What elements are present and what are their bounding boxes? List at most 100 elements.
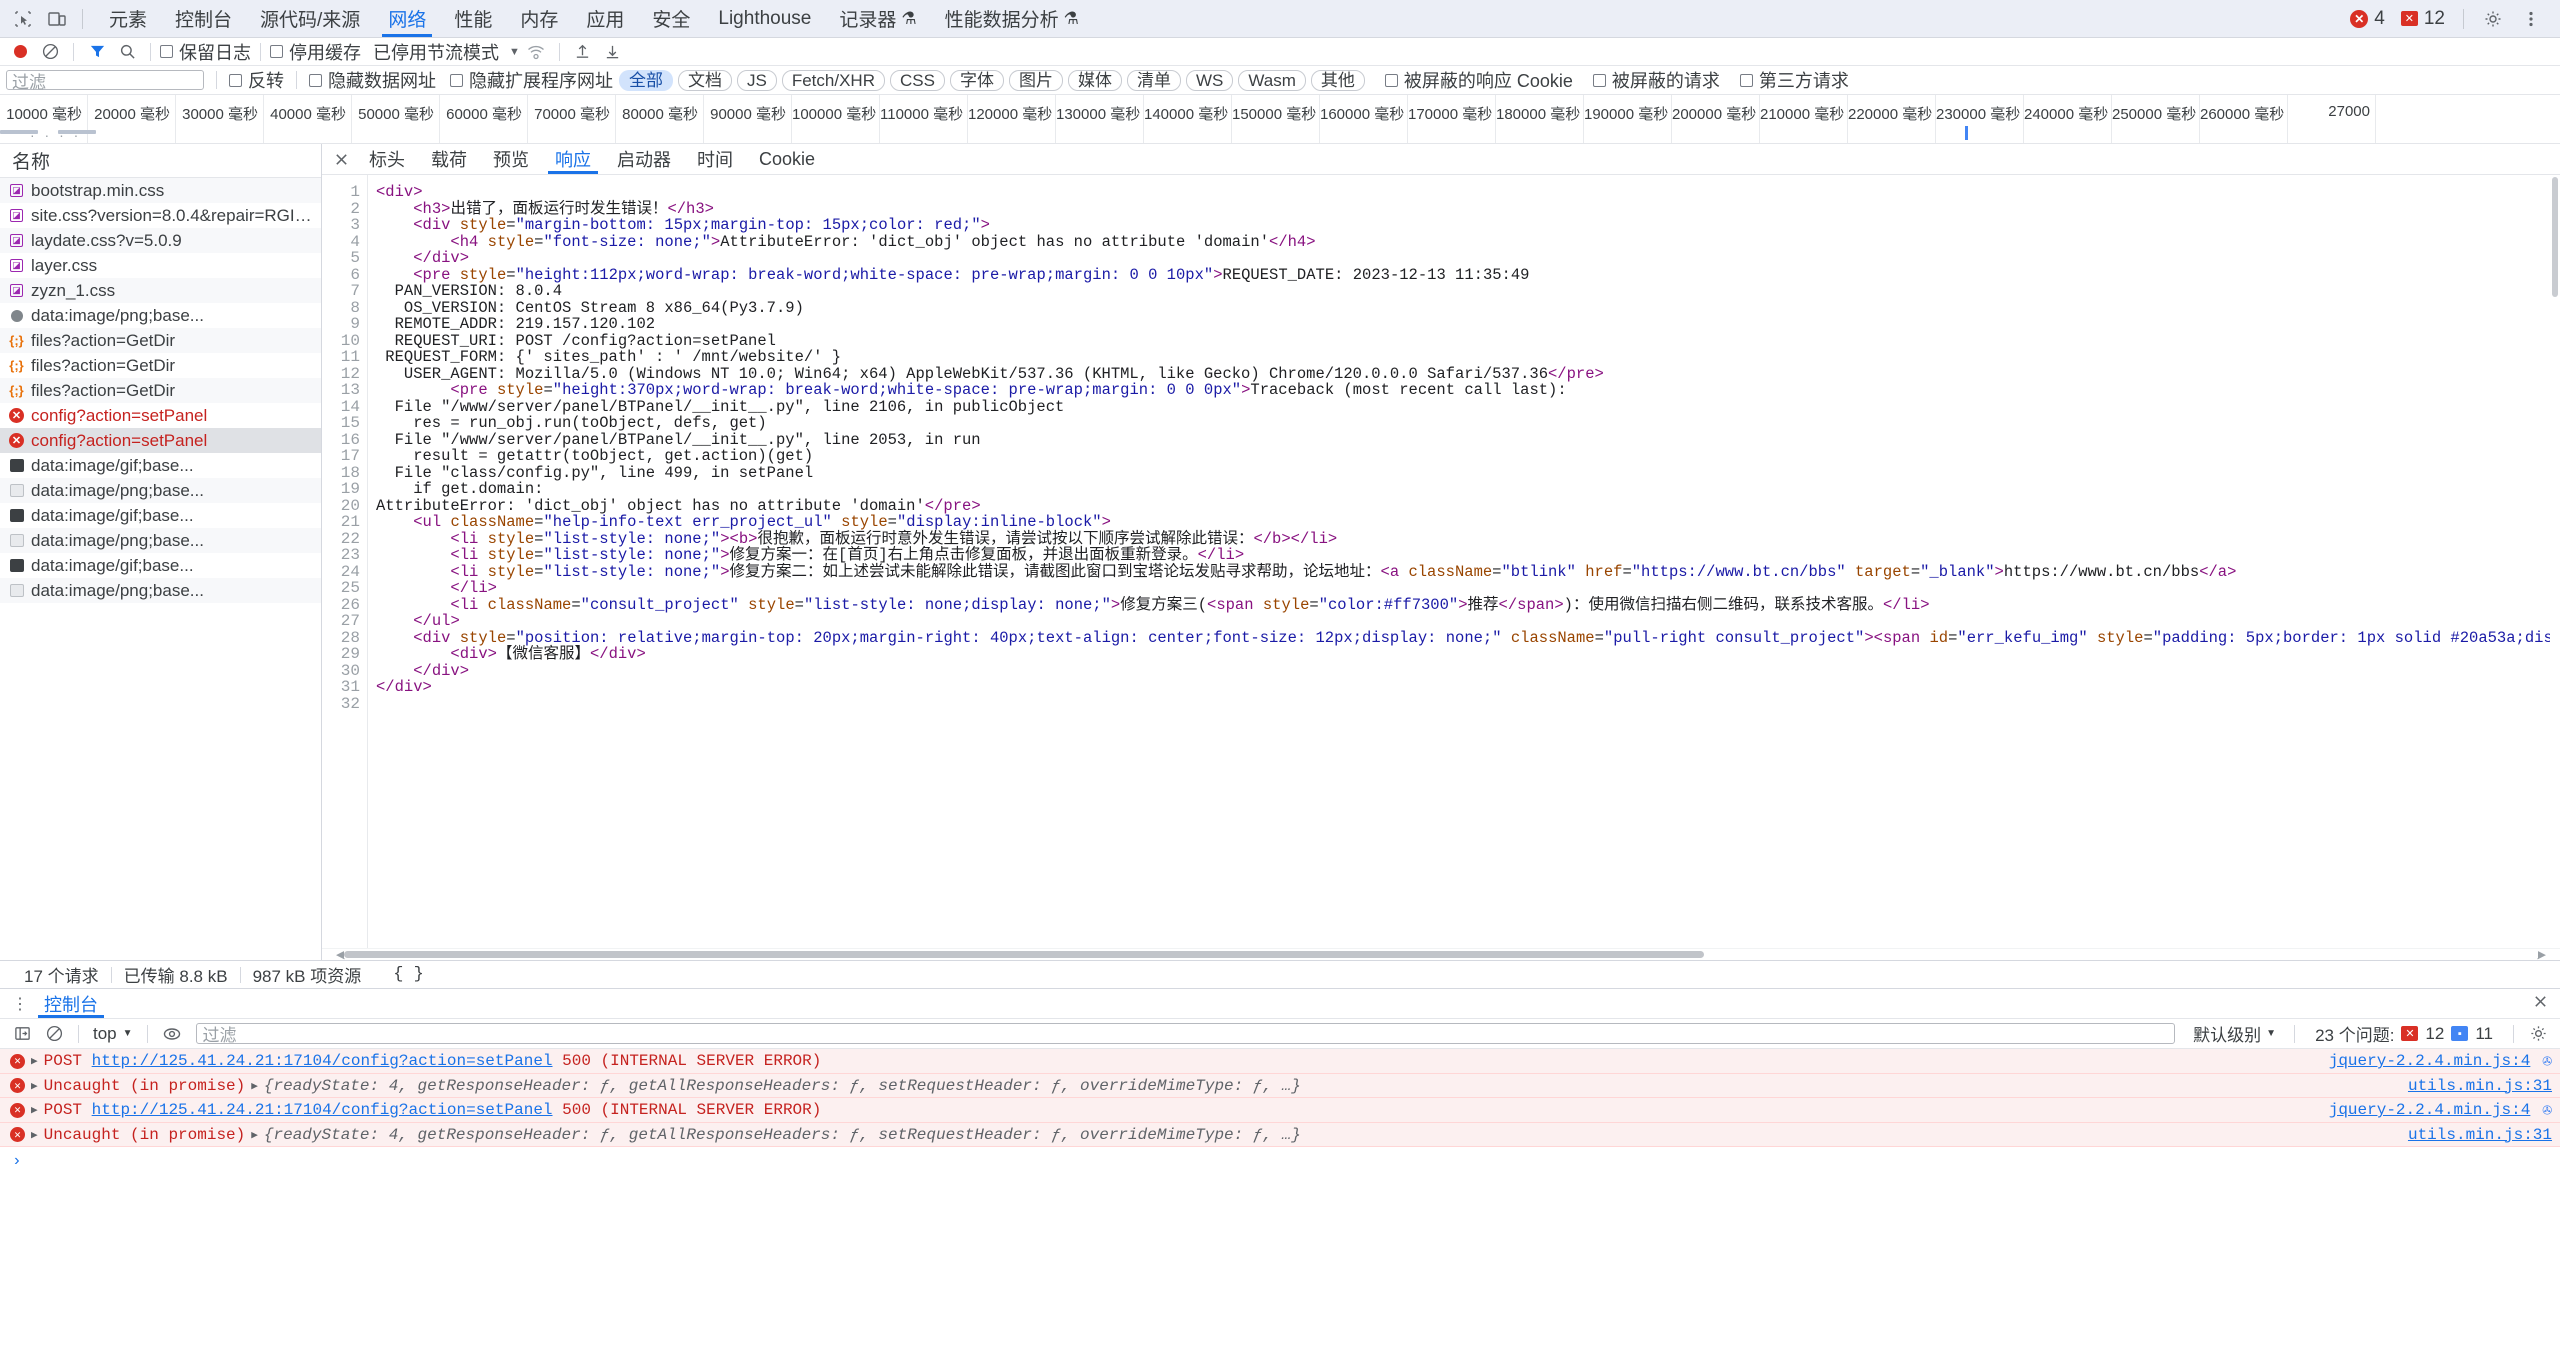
clear-console-icon[interactable] bbox=[40, 1022, 68, 1046]
preserve-log-checkbox[interactable]: 保留日志 bbox=[160, 39, 251, 65]
console-message-url[interactable]: http://125.41.24.21:17104/config?action=… bbox=[92, 1052, 553, 1070]
inspect-icon[interactable] bbox=[6, 4, 40, 34]
live-expression-icon[interactable] bbox=[158, 1022, 186, 1046]
export-har-icon[interactable] bbox=[599, 40, 627, 64]
pretty-print-icon[interactable]: { } bbox=[373, 965, 424, 984]
request-row[interactable]: data:image/png;base... bbox=[0, 303, 321, 328]
request-row[interactable]: ◪ site.css?version=8.0.4&repair=RGIUvSKsE… bbox=[0, 203, 321, 228]
blocked-cookies-checkbox[interactable]: 被屏蔽的响应 Cookie bbox=[1384, 67, 1573, 93]
request-row[interactable]: data:image/gif;base... bbox=[0, 503, 321, 528]
type-filter-js[interactable]: JS bbox=[737, 69, 777, 91]
scrollbar-thumb[interactable] bbox=[344, 951, 1705, 958]
console-message[interactable]: ✕ ▶ Uncaught (in promise) ▶ {readyState: 4, … bbox=[0, 1074, 2560, 1098]
network-timeline-overview[interactable]: 10000 毫秒 20000 毫秒 30000 毫秒 40000 毫秒 50000 毫秒… bbox=[0, 95, 2560, 144]
detail-vertical-scrollbar[interactable] bbox=[2550, 175, 2560, 948]
console-message-source[interactable]: jquery-2.2.4.min.js:4 bbox=[2311, 1101, 2531, 1119]
source-map-icon[interactable]: ✇ bbox=[2542, 1100, 2552, 1120]
request-row[interactable]: ◪ laydate.css?v=5.0.9 bbox=[0, 228, 321, 253]
type-filter-media[interactable]: 媒体 bbox=[1067, 69, 1122, 91]
warning-badge[interactable]: ✕ 12 bbox=[2395, 8, 2451, 30]
request-row[interactable]: data:image/gif;base... bbox=[0, 453, 321, 478]
console-message[interactable]: ✕ ▶ POST http://125.41.24.21:17104/config?… bbox=[0, 1049, 2560, 1074]
tab-console[interactable]: 控制台 bbox=[161, 0, 246, 37]
scroll-right-arrow-icon[interactable]: ▶ bbox=[2538, 948, 2546, 961]
network-filter-input[interactable]: 过滤 bbox=[6, 70, 204, 92]
type-filter-font[interactable]: 字体 bbox=[949, 69, 1004, 91]
tab-security[interactable]: 安全 bbox=[638, 0, 704, 37]
expand-triangle-icon[interactable]: ▶ bbox=[31, 1054, 38, 1068]
search-icon[interactable] bbox=[113, 40, 141, 64]
hide-data-urls-checkbox[interactable]: 隐藏数据网址 bbox=[309, 67, 436, 93]
clear-icon[interactable] bbox=[36, 40, 64, 64]
request-row[interactable]: {;} files?action=GetDir bbox=[0, 328, 321, 353]
hide-extension-urls-checkbox[interactable]: 隐藏扩展程序网址 bbox=[450, 67, 613, 93]
console-message-object[interactable]: {readyState: 4, getResponseHeader: ƒ, ge… bbox=[264, 1126, 1301, 1144]
filter-icon[interactable] bbox=[83, 40, 111, 64]
error-badge[interactable]: ✕ 4 bbox=[2344, 8, 2391, 30]
tab-application[interactable]: 应用 bbox=[572, 0, 638, 37]
source-map-icon[interactable]: ✇ bbox=[2542, 1051, 2552, 1071]
console-message[interactable]: ✕ ▶ Uncaught (in promise) ▶ {readyState: 4, … bbox=[0, 1123, 2560, 1147]
type-filter-css[interactable]: CSS bbox=[889, 69, 945, 91]
type-filter-doc[interactable]: 文档 bbox=[678, 69, 732, 91]
type-filter-img[interactable]: 图片 bbox=[1008, 69, 1063, 91]
console-message-source[interactable]: utils.min.js:31 bbox=[2390, 1126, 2552, 1144]
tab-elements[interactable]: 元素 bbox=[95, 0, 161, 37]
request-row[interactable]: data:image/gif;base... bbox=[0, 553, 321, 578]
drawer-close-icon[interactable] bbox=[2533, 993, 2560, 1015]
tab-performance-insights[interactable]: 性能数据分析 ⚗ bbox=[931, 0, 1093, 37]
scroll-left-arrow-icon[interactable]: ◀ bbox=[336, 948, 344, 961]
type-filter-all[interactable]: 全部 bbox=[619, 69, 673, 91]
third-party-checkbox[interactable]: 第三方请求 bbox=[1739, 67, 1849, 93]
response-body-viewer[interactable]: 1 2 3 4 5 6 7 8 9 10 11 12 13 14 15 16 17 18 19 20 21 22 23 24 2… bbox=[322, 175, 2560, 948]
tab-recorder[interactable]: 记录器 ⚗ bbox=[825, 0, 930, 37]
request-row[interactable]: data:image/png;base... bbox=[0, 528, 321, 553]
detail-tab-headers[interactable]: 标头 bbox=[356, 144, 418, 174]
detail-tab-timing[interactable]: 时间 bbox=[684, 144, 746, 174]
detail-tab-preview[interactable]: 预览 bbox=[480, 144, 542, 174]
detail-tab-response[interactable]: 响应 bbox=[542, 144, 604, 174]
chevron-down-icon[interactable]: ▼ bbox=[509, 46, 520, 58]
request-row[interactable]: data:image/png;base... bbox=[0, 578, 321, 603]
response-horizontal-scrollbar[interactable]: ◀ ▶ bbox=[322, 948, 2560, 961]
type-filter-fetch-xhr[interactable]: Fetch/XHR bbox=[781, 69, 885, 91]
drawer-tab-console[interactable]: 控制台 bbox=[32, 989, 110, 1018]
invert-checkbox[interactable]: 反转 bbox=[229, 67, 284, 93]
tab-sources[interactable]: 源代码/来源 bbox=[246, 0, 374, 37]
request-row[interactable]: ✕ config?action=setPanel bbox=[0, 428, 321, 453]
disable-cache-checkbox[interactable]: 停用缓存 bbox=[270, 39, 361, 65]
request-row[interactable]: ◪ bootstrap.min.css bbox=[0, 178, 321, 203]
request-row[interactable]: data:image/png;base... bbox=[0, 478, 321, 503]
detail-tab-initiator[interactable]: 启动器 bbox=[604, 144, 684, 174]
scrollbar-track[interactable] bbox=[344, 951, 2538, 958]
blocked-requests-checkbox[interactable]: 被屏蔽的请求 bbox=[1592, 67, 1720, 93]
tab-network[interactable]: 网络 bbox=[374, 0, 440, 37]
record-button[interactable] bbox=[6, 40, 34, 64]
log-level-select[interactable]: 默认级别 ▼ bbox=[2185, 1021, 2284, 1046]
type-filter-wasm[interactable]: Wasm bbox=[1238, 69, 1306, 91]
import-har-icon[interactable] bbox=[569, 40, 597, 64]
gear-icon[interactable] bbox=[2476, 4, 2510, 34]
device-toolbar-icon[interactable] bbox=[40, 4, 74, 34]
console-prompt[interactable]: › bbox=[0, 1147, 2560, 1175]
expand-triangle-icon[interactable]: ▶ bbox=[31, 1079, 38, 1093]
console-message-source[interactable]: jquery-2.2.4.min.js:4 bbox=[2311, 1052, 2531, 1070]
issues-summary[interactable]: 23 个问题: ✕ 12 ▪ 11 bbox=[2305, 1021, 2503, 1046]
expand-triangle-icon[interactable]: ▶ bbox=[31, 1128, 38, 1142]
tab-memory[interactable]: 内存 bbox=[506, 0, 572, 37]
console-sidebar-icon[interactable] bbox=[8, 1022, 36, 1046]
throttle-select[interactable]: 已停用节流模式 bbox=[373, 39, 499, 65]
object-expand-triangle-icon[interactable]: ▶ bbox=[251, 1128, 258, 1142]
more-options-icon[interactable] bbox=[2514, 4, 2548, 34]
execution-context-select[interactable]: top ▼ bbox=[89, 1024, 137, 1044]
request-row[interactable]: ✕ config?action=setPanel bbox=[0, 403, 321, 428]
object-expand-triangle-icon[interactable]: ▶ bbox=[251, 1079, 258, 1093]
close-icon[interactable] bbox=[326, 144, 356, 174]
tab-performance[interactable]: 性能 bbox=[440, 0, 506, 37]
expand-triangle-icon[interactable]: ▶ bbox=[31, 1103, 38, 1117]
request-row[interactable]: {;} files?action=GetDir bbox=[0, 353, 321, 378]
tab-lighthouse[interactable]: Lighthouse bbox=[704, 0, 825, 37]
console-message-source[interactable]: utils.min.js:31 bbox=[2390, 1077, 2552, 1095]
scrollbar-thumb[interactable] bbox=[2552, 177, 2558, 297]
type-filter-other[interactable]: 其他 bbox=[1310, 69, 1365, 91]
